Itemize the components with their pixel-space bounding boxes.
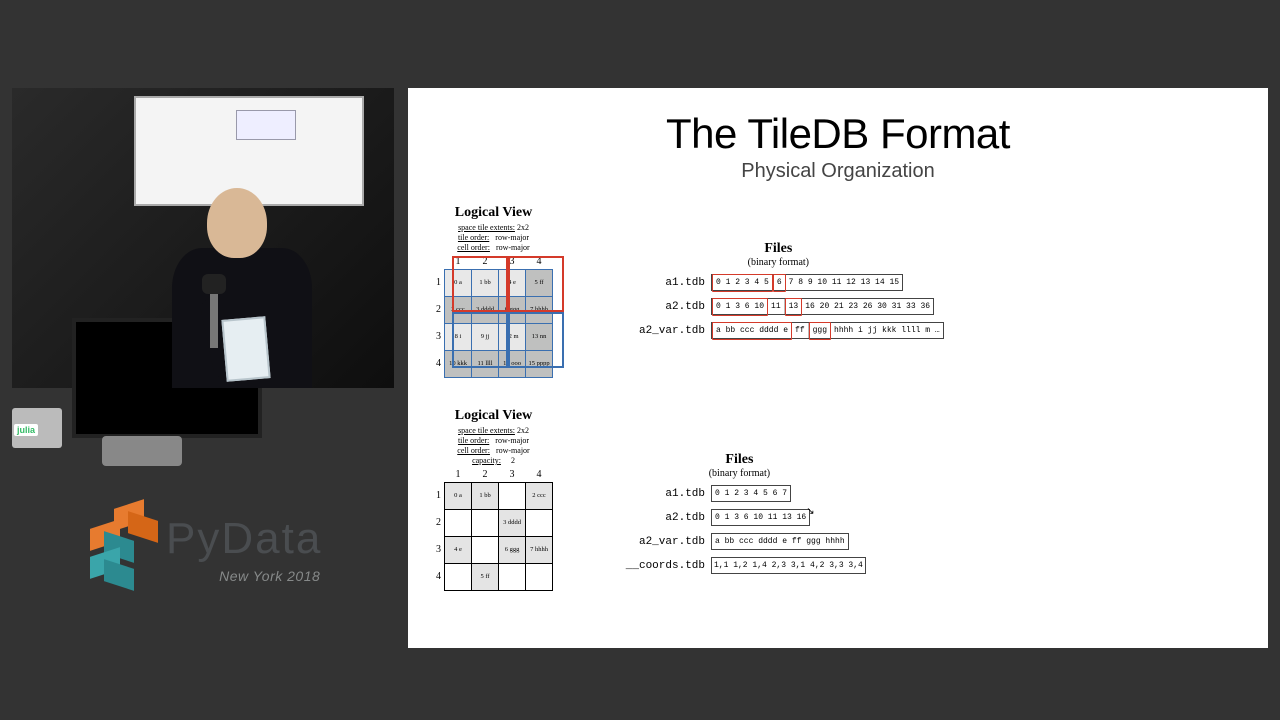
- stage: julia PyData New York 2018 The TileDB Fo…: [0, 0, 1280, 720]
- projection-content: [236, 110, 296, 140]
- sparse-lv-meta: space tile extents: 2x2 tile order: row-…: [434, 426, 553, 466]
- file-row-a2var: a2_var.tdb a bb ccc dddd e ff ggg hhhh i…: [613, 322, 944, 339]
- speaker-video: julia: [12, 88, 394, 388]
- badge: [221, 316, 270, 382]
- logo-cubes-icon: [90, 504, 160, 594]
- sparse-logical-view: Logical View space tile extents: 2x2 til…: [434, 408, 553, 591]
- files-title-2: Files: [613, 452, 866, 468]
- files-title-1: Files: [613, 241, 944, 257]
- slide: The TileDB Format Physical Organization …: [408, 88, 1268, 648]
- dense-logical-view: Logical View space tile extents: 2x2 til…: [434, 205, 553, 378]
- logo-text: PyData New York 2018: [166, 514, 322, 564]
- sparse-file-row-a2: a2.tdb 0 1 3 6 10 11 13 16 ↘: [613, 509, 866, 526]
- dense-files: Files (binary format) a1.tdb 0 1 2 3 4 5…: [613, 241, 944, 346]
- files-sub-1: (binary format): [613, 257, 944, 268]
- file-row-a2: a2.tdb 0 1 3 6 10 11 13 16 20 21 23 26 3…: [613, 298, 944, 315]
- logo-brand: PyData: [166, 514, 322, 564]
- dense-lv-title: Logical View: [434, 205, 553, 221]
- sparse-lv-title: Logical View: [434, 408, 553, 424]
- microphone-stand: [210, 288, 218, 348]
- files-sub-2: (binary format): [613, 468, 866, 479]
- arrow-icon: ↘: [806, 506, 814, 517]
- logo-subtitle: New York 2018: [219, 568, 320, 584]
- file-cells: 0 1 2 3 4 5 6 7 8 9 10 11 12 13 14 15: [711, 274, 903, 291]
- sparse-files: Files (binary format) a1.tdb 0 1 2 3 4 5…: [613, 452, 866, 581]
- julia-sticker: julia: [14, 424, 38, 436]
- microphone-icon: [202, 274, 226, 294]
- slide-title: The TileDB Format: [434, 110, 1242, 158]
- file-row-a1: a1.tdb 0 1 2 3 4 5 6 7 8 9 10 11 12 13 1…: [613, 274, 944, 291]
- sparse-block: Logical View space tile extents: 2x2 til…: [434, 408, 1242, 591]
- pydata-logo: PyData New York 2018: [90, 494, 360, 604]
- sparse-grid: 12 34 1 0 a 1 bb 2 ccc 2 3 dddd: [434, 469, 553, 591]
- dense-lv-meta: space tile extents: 2x2 tile order: row-…: [434, 223, 553, 253]
- dense-block: Logical View space tile extents: 2x2 til…: [434, 205, 1242, 378]
- slide-subtitle: Physical Organization: [434, 160, 1242, 183]
- sparse-file-row-coords: __coords.tdb 1,1 1,2 1,4 2,3 3,1 4,2 3,3…: [613, 557, 866, 574]
- head: [207, 188, 267, 258]
- sparse-file-row-a1: a1.tdb 0 1 2 3 4 5 6 7: [613, 485, 866, 502]
- dense-grid: 12 34 1 0 a 1 bb 4 e 5 ff 2 2 ccc 3 dddd…: [434, 256, 553, 378]
- sparse-file-row-a2var: a2_var.tdb a bb ccc dddd e ff ggg hhhh: [613, 533, 866, 550]
- video-bg: julia: [12, 88, 394, 388]
- monitor-arm: [102, 436, 182, 466]
